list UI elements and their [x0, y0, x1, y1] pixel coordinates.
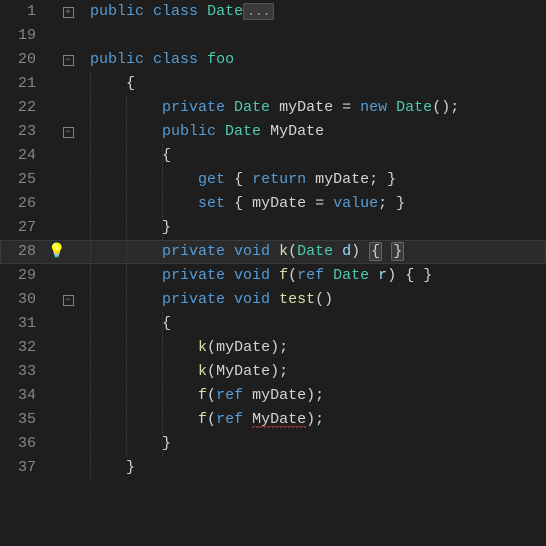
field: myDate	[279, 99, 333, 116]
type: Date	[207, 3, 243, 20]
fold-collapse-icon[interactable]: −	[63, 127, 74, 138]
code-line[interactable]: 26 set { myDate = value; }	[0, 192, 546, 216]
method: k	[279, 243, 288, 260]
code-line[interactable]: 32 k(myDate);	[0, 336, 546, 360]
method-call: k	[198, 339, 207, 356]
keyword: public	[90, 51, 144, 68]
identifier: myDate	[252, 195, 306, 212]
line-number: 29	[0, 264, 46, 288]
argument: myDate	[252, 387, 306, 404]
method-call: f	[198, 387, 207, 404]
code-line[interactable]: 23 − public Date MyDate	[0, 120, 546, 144]
keyword: void	[234, 243, 270, 260]
line-number: 28	[0, 240, 46, 264]
code-line[interactable]: 35 f(ref MyDate);	[0, 408, 546, 432]
line-number: 23	[0, 120, 46, 144]
brace: }	[126, 459, 135, 476]
line-number: 19	[0, 24, 46, 48]
code-line[interactable]: 20 − public class foo	[0, 48, 546, 72]
keyword: return	[252, 171, 306, 188]
code-line[interactable]: 21 {	[0, 72, 546, 96]
code-line[interactable]: 37 }	[0, 456, 546, 480]
keyword: ref	[216, 387, 243, 404]
type: foo	[207, 51, 234, 68]
code-line[interactable]: 31 {	[0, 312, 546, 336]
keyword: set	[198, 195, 225, 212]
keyword: private	[162, 243, 225, 260]
keyword: value	[333, 195, 378, 212]
code-line[interactable]: 25 get { return myDate; }	[0, 168, 546, 192]
fold-collapse-icon[interactable]: −	[63, 295, 74, 306]
property: MyDate	[270, 123, 324, 140]
lightbulb-icon[interactable]: 💡	[48, 240, 65, 264]
fold-collapse-icon[interactable]: −	[63, 55, 74, 66]
code-line[interactable]: 27 }	[0, 216, 546, 240]
keyword: class	[153, 51, 198, 68]
brace: {	[126, 75, 135, 92]
keyword: void	[234, 291, 270, 308]
identifier: myDate	[315, 171, 369, 188]
line-number: 1	[0, 0, 46, 24]
code-line[interactable]: 19	[0, 24, 546, 48]
line-number: 26	[0, 192, 46, 216]
matched-brace: }	[391, 242, 404, 261]
collapsed-region[interactable]: ...	[243, 3, 274, 20]
code-line[interactable]: 34 f(ref myDate);	[0, 384, 546, 408]
method-call: f	[198, 411, 207, 428]
method: f	[279, 267, 288, 284]
keyword: class	[153, 3, 198, 20]
argument: MyDate	[216, 363, 270, 380]
code-line[interactable]: 33 k(MyDate);	[0, 360, 546, 384]
code-editor[interactable]: 1 + public class Date... 19 20 − public …	[0, 0, 546, 480]
type: Date	[396, 99, 432, 116]
brace: {	[162, 147, 171, 164]
line-number: 22	[0, 96, 46, 120]
parameter: d	[342, 243, 351, 260]
matched-brace: {	[369, 242, 382, 261]
line-number: 30	[0, 288, 46, 312]
keyword: get	[198, 171, 225, 188]
line-number: 36	[0, 432, 46, 456]
code-line[interactable]: 30 − private void test()	[0, 288, 546, 312]
type: Date	[333, 267, 369, 284]
keyword: new	[360, 99, 387, 116]
keyword: private	[162, 291, 225, 308]
line-number: 33	[0, 360, 46, 384]
parameter: r	[378, 267, 387, 284]
line-number: 35	[0, 408, 46, 432]
line-number: 31	[0, 312, 46, 336]
argument: myDate	[216, 339, 270, 356]
line-number: 27	[0, 216, 46, 240]
line-number: 20	[0, 48, 46, 72]
line-number: 34	[0, 384, 46, 408]
type: Date	[234, 99, 270, 116]
line-number: 37	[0, 456, 46, 480]
brace: {	[162, 315, 171, 332]
method-call: k	[198, 363, 207, 380]
keyword: private	[162, 99, 225, 116]
line-number: 24	[0, 144, 46, 168]
code-line[interactable]: 29 private void f(ref Date r) { }	[0, 264, 546, 288]
keyword: public	[162, 123, 216, 140]
method: test	[279, 291, 315, 308]
keyword: void	[234, 267, 270, 284]
keyword: ref	[216, 411, 243, 428]
keyword: ref	[297, 267, 324, 284]
code-line[interactable]: 36 }	[0, 432, 546, 456]
type: Date	[225, 123, 261, 140]
keyword: private	[162, 267, 225, 284]
brace: }	[162, 435, 171, 452]
fold-expand-icon[interactable]: +	[63, 7, 74, 18]
keyword: public	[90, 3, 144, 20]
line-number: 21	[0, 72, 46, 96]
code-line[interactable]: 1 + public class Date...	[0, 0, 546, 24]
code-line[interactable]: 22 private Date myDate = new Date();	[0, 96, 546, 120]
brace: }	[162, 219, 171, 236]
argument-error: MyDate	[252, 411, 306, 429]
code-line-active[interactable]: 💡 28 private void k(Date d) { }	[0, 240, 546, 264]
line-number: 25	[0, 168, 46, 192]
code-line[interactable]: 24 {	[0, 144, 546, 168]
type: Date	[297, 243, 333, 260]
line-number: 32	[0, 336, 46, 360]
